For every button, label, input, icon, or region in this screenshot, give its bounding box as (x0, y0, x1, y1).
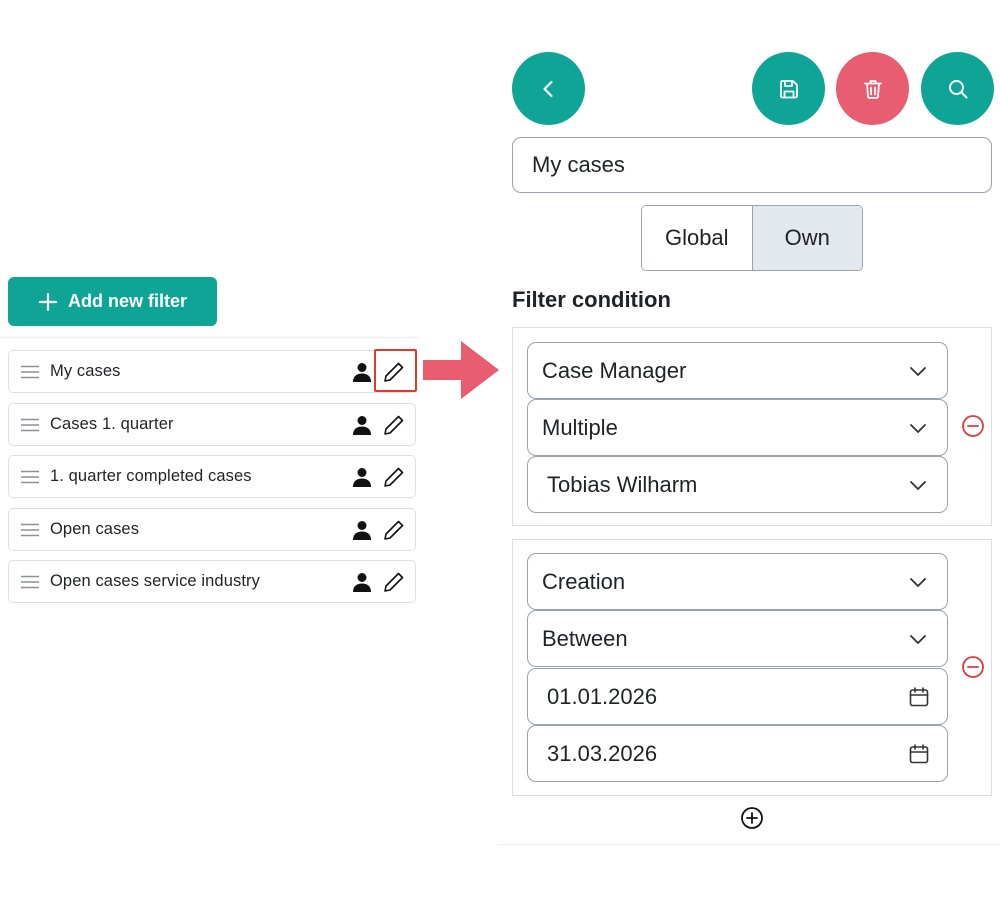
person-icon (353, 363, 371, 382)
filter-list-item[interactable]: Open cases (8, 508, 416, 551)
back-button[interactable] (512, 52, 585, 125)
drag-handle-icon[interactable] (20, 520, 40, 540)
edit-pencil-icon[interactable] (383, 361, 405, 383)
search-button[interactable] (921, 52, 994, 125)
date-from-input[interactable]: 01.01.2026 (527, 668, 948, 725)
select-value: Creation (542, 568, 626, 594)
filter-list-item[interactable]: Cases 1. quarter (8, 403, 416, 446)
select-value: Between (542, 625, 628, 651)
chevron-down-icon (910, 578, 926, 587)
drag-handle-icon[interactable] (20, 415, 40, 435)
condition-operator-select[interactable]: Between (527, 610, 948, 667)
divider (498, 844, 1000, 845)
delete-button[interactable] (836, 52, 909, 125)
filter-name-input[interactable]: My cases (512, 137, 992, 193)
edit-pencil-icon[interactable] (383, 414, 405, 436)
filter-list-item[interactable]: 1. quarter completed cases (8, 455, 416, 498)
condition-group: Case Manager Multiple Tobias Wilharm (512, 327, 992, 526)
scope-toggle[interactable]: Global Own (641, 205, 863, 271)
condition-field-select[interactable]: Creation (527, 553, 948, 610)
date-value: 01.01.2026 (547, 683, 658, 709)
filter-label: 1. quarter completed cases (50, 467, 252, 485)
edit-pencil-icon[interactable] (383, 466, 405, 488)
condition-field-select[interactable]: Case Manager (527, 342, 948, 399)
person-icon (353, 521, 371, 540)
condition-group: Creation Between 01.01.2026 31.03.2026 (512, 539, 992, 796)
save-button[interactable] (752, 52, 825, 125)
search-icon (948, 79, 967, 98)
minus-circle-icon[interactable] (961, 414, 985, 438)
select-value: Case Manager (542, 357, 687, 383)
filter-label: Open cases (50, 520, 140, 538)
add-new-filter-button[interactable]: Add new filter (8, 277, 217, 326)
person-icon (353, 573, 371, 592)
plus-icon (38, 292, 58, 311)
filter-list-item[interactable]: Open cases service industry (8, 560, 416, 603)
select-value: Tobias Wilharm (547, 471, 698, 497)
trash-icon (863, 79, 882, 99)
chevron-left-icon (542, 80, 553, 97)
divider (0, 337, 420, 338)
person-icon (353, 468, 371, 487)
chevron-down-icon (910, 424, 926, 433)
add-new-filter-label: Add new filter (67, 291, 187, 311)
scope-option-global[interactable]: Global (642, 206, 753, 270)
filter-list-item[interactable]: My cases (8, 350, 416, 393)
condition-value-select[interactable]: Tobias Wilharm (527, 456, 948, 513)
scope-option-own[interactable]: Own (752, 206, 862, 270)
drag-handle-icon[interactable] (20, 467, 40, 487)
filter-label: Cases 1. quarter (50, 415, 174, 433)
filter-condition-heading: Filter condition (512, 287, 671, 312)
arrow-right-icon (423, 341, 499, 399)
minus-circle-icon[interactable] (961, 655, 985, 679)
condition-operator-select[interactable]: Multiple (527, 399, 948, 456)
chevron-down-icon (910, 367, 926, 376)
select-value: Multiple (542, 414, 618, 440)
date-value: 31.03.2026 (547, 740, 658, 766)
save-icon (779, 79, 798, 98)
drag-handle-icon[interactable] (20, 362, 40, 382)
drag-handle-icon[interactable] (20, 572, 40, 592)
chevron-down-icon (910, 635, 926, 644)
filter-label: My cases (50, 362, 121, 380)
edit-pencil-icon[interactable] (383, 571, 405, 593)
person-icon (353, 416, 371, 435)
plus-circle-icon[interactable] (740, 806, 764, 830)
chevron-down-icon (910, 481, 926, 490)
calendar-icon[interactable] (908, 743, 930, 765)
calendar-icon[interactable] (908, 686, 930, 708)
date-to-input[interactable]: 31.03.2026 (527, 725, 948, 782)
edit-pencil-icon[interactable] (383, 519, 405, 541)
filter-label: Open cases service industry (50, 572, 260, 590)
